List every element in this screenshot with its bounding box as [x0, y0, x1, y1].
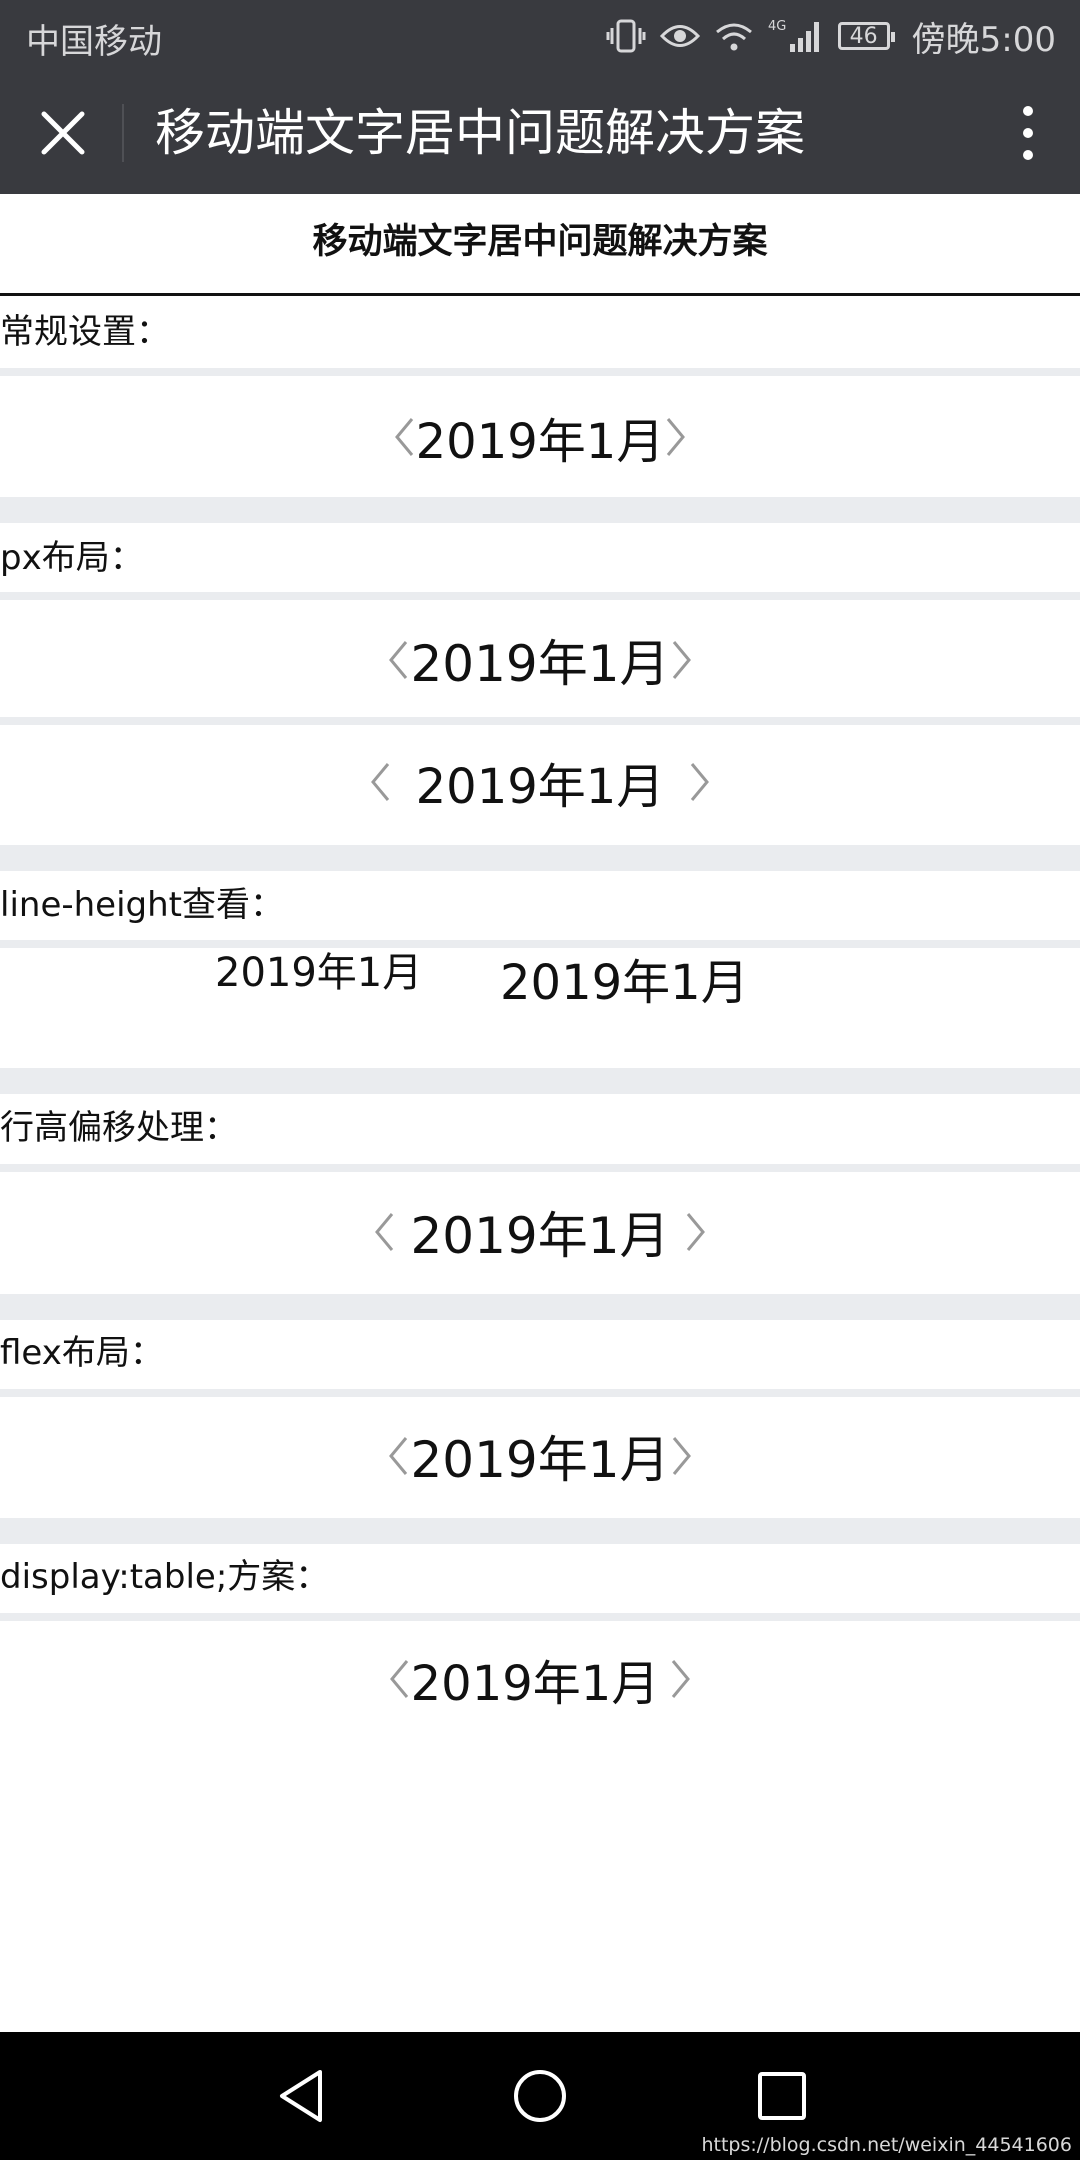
clock: 傍晚5:00: [911, 19, 1056, 60]
section-label-px: px布局：: [0, 538, 144, 578]
title-bar: 移动端文字居中问题解决方案: [0, 72, 1080, 194]
network-type-label: 4G: [768, 19, 786, 34]
calendar-header-px-1: 2019年1月: [0, 628, 1080, 693]
close-button[interactable]: [30, 100, 96, 166]
section-gap: [0, 1068, 1080, 1094]
month-label: 2019年1月: [410, 635, 670, 693]
section-gap: [0, 1518, 1080, 1544]
chevron-left-icon[interactable]: [372, 1210, 396, 1254]
section-divider: [0, 592, 1080, 600]
calendar-header-table: 2019年1月: [0, 1647, 1080, 1712]
chevron-left-icon[interactable]: [387, 1657, 411, 1701]
more-button[interactable]: [1008, 102, 1048, 164]
carrier-name: 中国移动: [26, 22, 162, 62]
chevron-left-icon[interactable]: [386, 638, 410, 682]
chevron-right-icon[interactable]: [670, 1434, 694, 1478]
month-label: 2019年1月: [410, 1431, 670, 1489]
calendar-header-normal: 2019年1月: [0, 405, 1080, 470]
section-gap: [0, 497, 1080, 523]
calendar-header-offset: 2019年1月: [0, 1200, 1080, 1265]
section-label-table: display:table;方案：: [0, 1557, 330, 1597]
line-height-sample-small: 2019年1月: [215, 950, 423, 996]
chevron-right-icon[interactable]: [684, 1210, 708, 1254]
month-label: 2019年1月: [410, 1656, 660, 1712]
chevron-left-icon[interactable]: [392, 415, 416, 459]
section-gap: [0, 845, 1080, 871]
battery-indicator: 46: [837, 22, 895, 50]
chevron-right-icon[interactable]: [670, 638, 694, 682]
signal-icon: 4G: [768, 18, 824, 54]
circle-home-icon: [514, 2070, 566, 2122]
content-heading: 移动端文字居中问题解决方案: [312, 222, 768, 262]
status-icons: 4G 46 傍晚5:00: [606, 12, 1056, 60]
chevron-right-icon[interactable]: [669, 1657, 693, 1701]
close-icon: [41, 111, 85, 155]
section-divider: [0, 1164, 1080, 1172]
page-title: 移动端文字居中问题解决方案: [155, 104, 805, 162]
section-divider: [0, 1389, 1080, 1397]
watermark-text: https://blog.csdn.net/weixin_44541606: [701, 2134, 1072, 2156]
calendar-header-px-2: 2019年1月: [0, 750, 1080, 815]
chevron-left-icon[interactable]: [386, 1434, 410, 1478]
month-label: 2019年1月: [415, 414, 665, 470]
more-vertical-icon: [1023, 106, 1033, 160]
home-button[interactable]: [510, 2066, 570, 2126]
vibrate-icon: [606, 19, 646, 53]
chevron-right-icon[interactable]: [688, 760, 712, 804]
triangle-back-icon: [280, 2070, 322, 2122]
system-nav-bar: https://blog.csdn.net/weixin_44541606: [0, 2032, 1080, 2160]
wifi-icon: [714, 20, 754, 52]
section-label-line-height: line-height查看：: [0, 885, 285, 925]
section-divider: [0, 717, 1080, 725]
calendar-header-flex: 2019年1月: [0, 1424, 1080, 1489]
back-button[interactable]: [272, 2066, 332, 2126]
month-label: 2019年1月: [410, 1207, 670, 1265]
section-gap: [0, 1294, 1080, 1320]
title-divider: [122, 104, 124, 162]
section-divider: [0, 368, 1080, 376]
chevron-right-icon[interactable]: [664, 415, 688, 459]
chevron-left-icon[interactable]: [368, 760, 392, 804]
recents-button[interactable]: [752, 2066, 812, 2126]
section-label-flex: flex布局：: [0, 1333, 164, 1373]
section-divider: [0, 1613, 1080, 1621]
square-recents-icon: [758, 2072, 806, 2120]
status-bar: 中国移动 4G 46 傍晚5:00: [0, 0, 1080, 72]
section-label-normal: 常规设置：: [0, 312, 170, 352]
page-header: 移动端文字居中问题解决方案: [0, 194, 1080, 296]
section-label-offset: 行高偏移处理：: [0, 1108, 238, 1148]
line-height-sample-large: 2019年1月: [500, 955, 749, 1011]
month-label: 2019年1月: [415, 759, 665, 815]
eye-icon: [659, 21, 700, 51]
